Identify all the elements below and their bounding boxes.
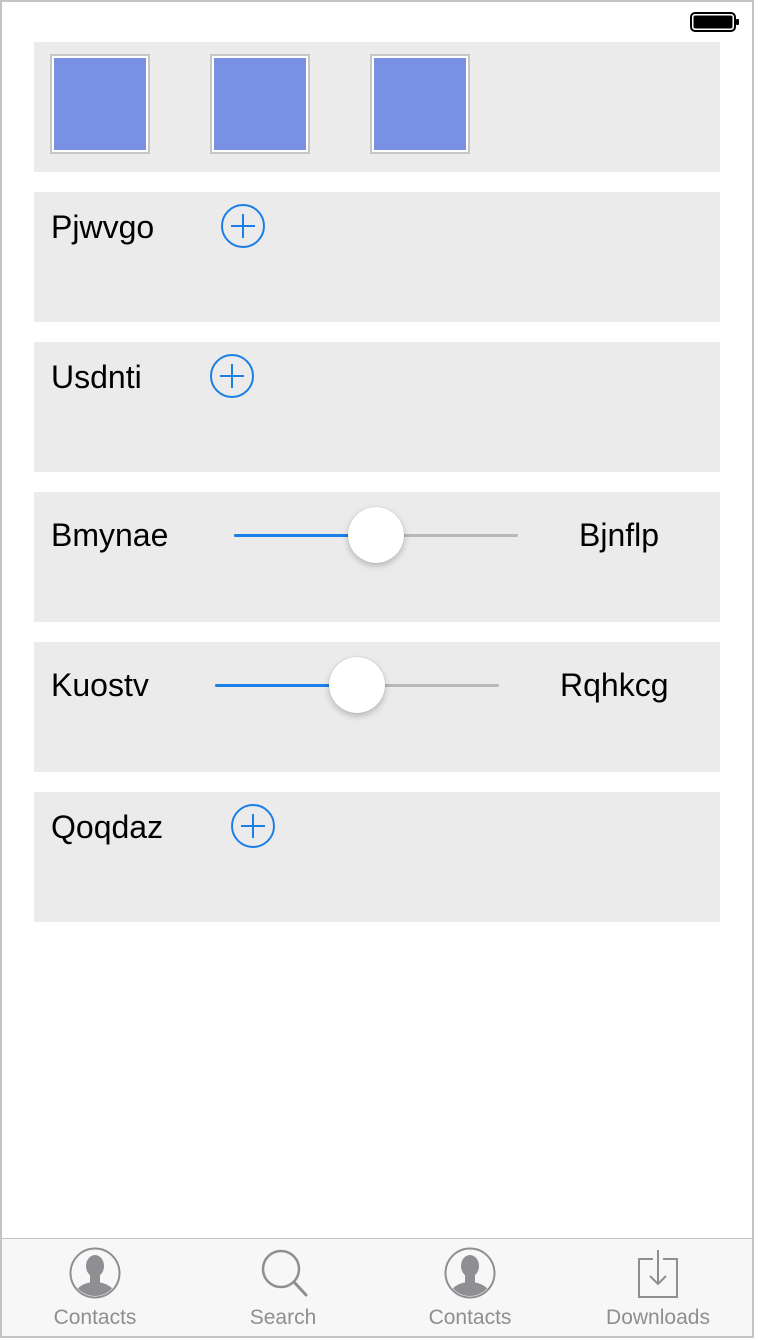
tab-label: Search	[249, 1306, 317, 1329]
row-label: Qoqdaz	[51, 809, 164, 845]
battery-icon	[690, 12, 740, 32]
slider-min-label: Bmynae	[51, 517, 169, 553]
tab-search[interactable]: Search	[203, 1239, 363, 1337]
slider-thumb[interactable]	[348, 507, 404, 563]
image-thumbnail-3	[370, 54, 470, 154]
tab-contacts[interactable]: Contacts	[15, 1239, 175, 1337]
usdnti-row: Usdnti	[34, 342, 720, 472]
qoqdaz-add-button[interactable]	[231, 804, 275, 848]
image-thumbnail-2	[210, 54, 310, 154]
tab-label: Contacts	[428, 1306, 512, 1329]
bmynae-slider[interactable]	[234, 507, 518, 563]
tab-label: Downloads	[606, 1306, 710, 1329]
kuostv-row: Kuostv Rqhkcg	[34, 642, 720, 772]
downloads-icon	[632, 1247, 684, 1299]
plus-circle-icon	[221, 204, 265, 248]
image-thumbnail-1	[50, 54, 150, 154]
slider-thumb[interactable]	[329, 657, 385, 713]
contacts-icon	[444, 1247, 496, 1299]
slider-max-label: Bjnflp	[579, 517, 660, 553]
tab-downloads[interactable]: Downloads	[578, 1239, 738, 1337]
plus-circle-icon	[210, 354, 254, 398]
pjwvgo-row: Pjwvgo	[34, 192, 720, 322]
kuostv-slider[interactable]	[215, 657, 499, 713]
pjwvgo-add-button[interactable]	[221, 204, 265, 248]
row-label: Pjwvgo	[51, 209, 155, 245]
usdnti-add-button[interactable]	[210, 354, 254, 398]
bmynae-row: Bmynae Bjnflp	[34, 492, 720, 622]
qoqdaz-row: Qoqdaz	[34, 792, 720, 922]
tab-contacts-2[interactable]: Contacts	[390, 1239, 550, 1337]
row-label: Usdnti	[51, 359, 142, 395]
slider-min-label: Kuostv	[51, 667, 149, 703]
image-row-card	[34, 42, 720, 172]
contacts-icon	[69, 1247, 121, 1299]
tab-bar: Contacts Search Contacts Downloads	[0, 1238, 754, 1338]
tab-label: Contacts	[53, 1306, 137, 1329]
plus-circle-icon	[231, 804, 275, 848]
slider-max-label: Rqhkcg	[560, 667, 669, 703]
search-icon	[257, 1247, 309, 1299]
